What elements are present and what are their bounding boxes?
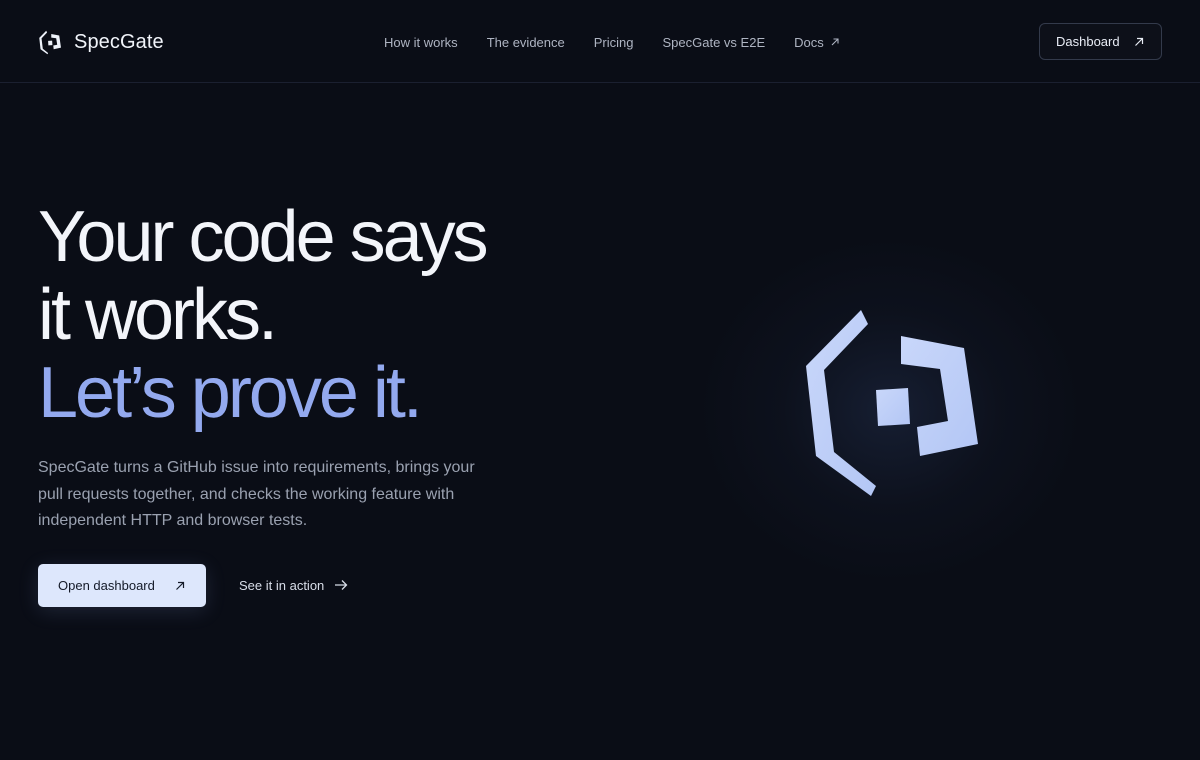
external-arrow-icon [831,38,839,46]
hero-title-line-2: it works. [38,275,278,355]
see-it-in-action-label: See it in action [239,577,325,593]
nav-item-the-evidence[interactable]: The evidence [487,35,565,50]
nav-item-how-it-works[interactable]: How it works [384,35,458,50]
main-nav: How it works The evidence Pricing SpecGa… [384,33,840,51]
open-dashboard-button[interactable]: Open dashboard [38,564,206,607]
nav-item-docs[interactable]: Docs [794,35,840,50]
nav-item-docs-label: Docs [794,34,824,50]
brand[interactable]: SpecGate [38,28,164,56]
hero-title: Your code says it works. Let’s prove it. [38,198,598,432]
nav-item-specgate-vs-e2e[interactable]: SpecGate vs E2E [663,35,766,50]
specgate-hero-logo-icon [806,310,978,496]
hero-description: SpecGate turns a GitHub issue into requi… [38,459,475,529]
open-dashboard-label: Open dashboard [58,578,155,593]
hero-title-line-3: Let’s prove it. [38,353,423,433]
nav-item-pricing[interactable]: Pricing [594,35,634,50]
site-header: SpecGate How it works The evidence Prici… [0,0,1200,83]
dashboard-button[interactable]: Dashboard [1039,23,1162,60]
see-it-in-action-link[interactable]: See it in action [239,576,348,594]
specgate-logo-icon [39,30,61,54]
hero-title-line-1: Your code says [38,197,489,277]
dashboard-button-label: Dashboard [1056,34,1120,49]
arrow-up-right-icon [176,581,185,590]
arrow-up-right-icon [1135,37,1144,46]
brand-name: SpecGate [74,30,164,53]
arrow-right-icon [335,580,348,590]
